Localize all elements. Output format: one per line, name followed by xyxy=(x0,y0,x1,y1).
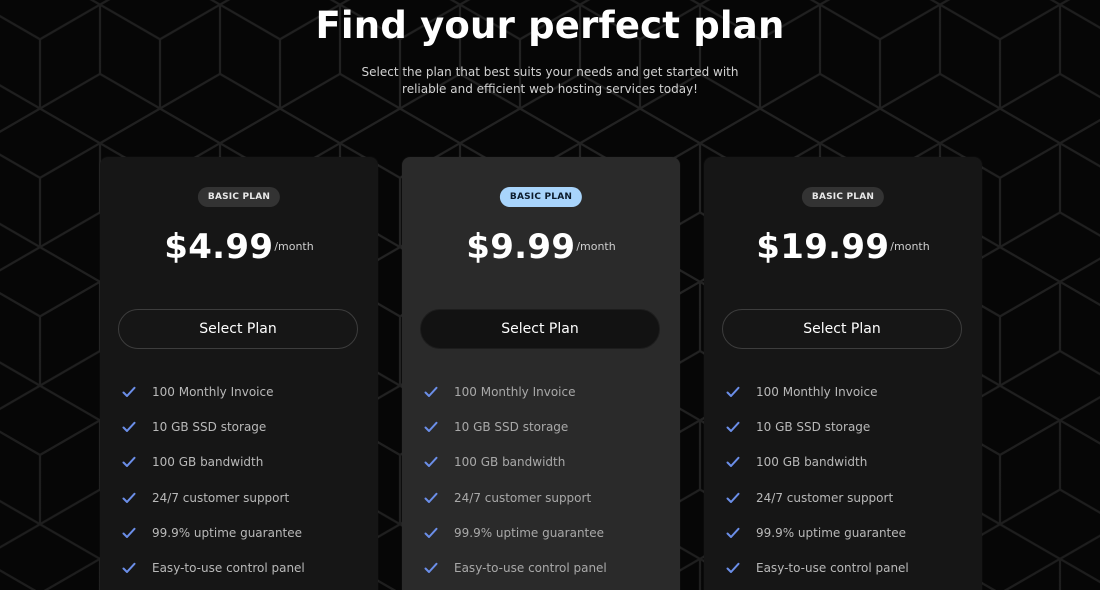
feature-item: 100 GB bandwidth xyxy=(122,445,305,480)
plan-period: /month xyxy=(274,240,314,253)
plan-price: $19.99 xyxy=(756,227,890,267)
feature-item: 99.9% uptime guarantee xyxy=(726,515,909,550)
plan-badge: BASIC PLAN xyxy=(197,187,281,207)
plan-price: $4.99 xyxy=(164,227,274,267)
feature-label: 100 Monthly Invoice xyxy=(152,384,274,399)
plan-price: $9.99 xyxy=(466,227,576,267)
feature-label: 100 GB bandwidth xyxy=(454,455,566,470)
feature-label: 99.9% uptime guarantee xyxy=(454,525,605,540)
check-icon xyxy=(424,386,438,398)
feature-label: 99.9% uptime guarantee xyxy=(152,525,303,540)
feature-item: 10 GB SSD storage xyxy=(424,409,607,444)
feature-label: 100 GB bandwidth xyxy=(152,455,264,470)
feature-item: Easy-to-use control panel xyxy=(424,550,607,585)
page-title: Find your perfect plan xyxy=(315,4,785,47)
feature-label: 10 GB SSD storage xyxy=(454,419,569,434)
feature-item: 100 Monthly Invoice xyxy=(122,374,305,409)
check-icon xyxy=(424,562,438,574)
feature-label: 100 Monthly Invoice xyxy=(756,384,878,399)
feature-item: 10 GB SSD storage xyxy=(726,409,909,444)
feature-list: 100 Monthly Invoice 10 GB SSD storage 10… xyxy=(122,374,305,586)
check-icon xyxy=(122,386,136,398)
feature-item: Easy-to-use control panel xyxy=(122,550,305,585)
feature-item: 100 GB bandwidth xyxy=(424,445,607,480)
feature-label: 10 GB SSD storage xyxy=(756,419,871,434)
pricing-page: Find your perfect plan Select the plan t… xyxy=(0,0,1100,590)
feature-list: 100 Monthly Invoice 10 GB SSD storage 10… xyxy=(424,374,607,586)
plan-card-basic-999: BASIC PLAN $9.99/month Select Plan 100 M… xyxy=(402,157,680,590)
feature-item: 99.9% uptime guarantee xyxy=(122,515,305,550)
plan-badge: BASIC PLAN xyxy=(801,187,885,207)
check-icon xyxy=(424,492,438,504)
select-plan-button[interactable]: Select Plan xyxy=(420,309,660,349)
plan-period: /month xyxy=(890,240,930,253)
feature-item: 100 Monthly Invoice xyxy=(726,374,909,409)
plan-badge: BASIC PLAN xyxy=(499,187,583,207)
check-icon xyxy=(122,527,136,539)
feature-item: 24/7 customer support xyxy=(726,480,909,515)
plan-period: /month xyxy=(576,240,616,253)
feature-label: Easy-to-use control panel xyxy=(756,561,909,576)
feature-label: Easy-to-use control panel xyxy=(454,561,607,576)
feature-label: 24/7 customer support xyxy=(454,490,592,505)
price-row: $9.99/month xyxy=(402,227,680,267)
feature-label: 99.9% uptime guarantee xyxy=(756,525,907,540)
check-icon xyxy=(726,456,740,468)
check-icon xyxy=(122,421,136,433)
feature-label: Easy-to-use control panel xyxy=(152,561,305,576)
price-row: $4.99/month xyxy=(100,227,378,267)
page-subtitle: Select the plan that best suits your nee… xyxy=(361,65,739,96)
feature-item: 100 Monthly Invoice xyxy=(424,374,607,409)
plan-card-basic-1999: BASIC PLAN $19.99/month Select Plan 100 … xyxy=(704,157,982,590)
feature-item: 99.9% uptime guarantee xyxy=(424,515,607,550)
select-plan-button[interactable]: Select Plan xyxy=(722,309,962,349)
check-icon xyxy=(424,527,438,539)
check-icon xyxy=(424,456,438,468)
check-icon xyxy=(726,562,740,574)
feature-label: 24/7 customer support xyxy=(152,490,290,505)
feature-label: 10 GB SSD storage xyxy=(152,419,267,434)
feature-label: 100 GB bandwidth xyxy=(756,455,868,470)
plan-card-basic-499: BASIC PLAN $4.99/month Select Plan 100 M… xyxy=(100,157,378,590)
select-plan-button[interactable]: Select Plan xyxy=(118,309,358,349)
check-icon xyxy=(726,386,740,398)
feature-label: 24/7 customer support xyxy=(756,490,894,505)
check-icon xyxy=(726,421,740,433)
feature-label: 100 Monthly Invoice xyxy=(454,384,576,399)
feature-item: 10 GB SSD storage xyxy=(122,409,305,444)
feature-item: Easy-to-use control panel xyxy=(726,550,909,585)
feature-list: 100 Monthly Invoice 10 GB SSD storage 10… xyxy=(726,374,909,586)
check-icon xyxy=(122,562,136,574)
feature-item: 24/7 customer support xyxy=(424,480,607,515)
feature-item: 100 GB bandwidth xyxy=(726,445,909,480)
price-row: $19.99/month xyxy=(704,227,982,267)
check-icon xyxy=(122,456,136,468)
check-icon xyxy=(726,492,740,504)
check-icon xyxy=(424,421,438,433)
check-icon xyxy=(122,492,136,504)
feature-item: 24/7 customer support xyxy=(122,480,305,515)
check-icon xyxy=(726,527,740,539)
